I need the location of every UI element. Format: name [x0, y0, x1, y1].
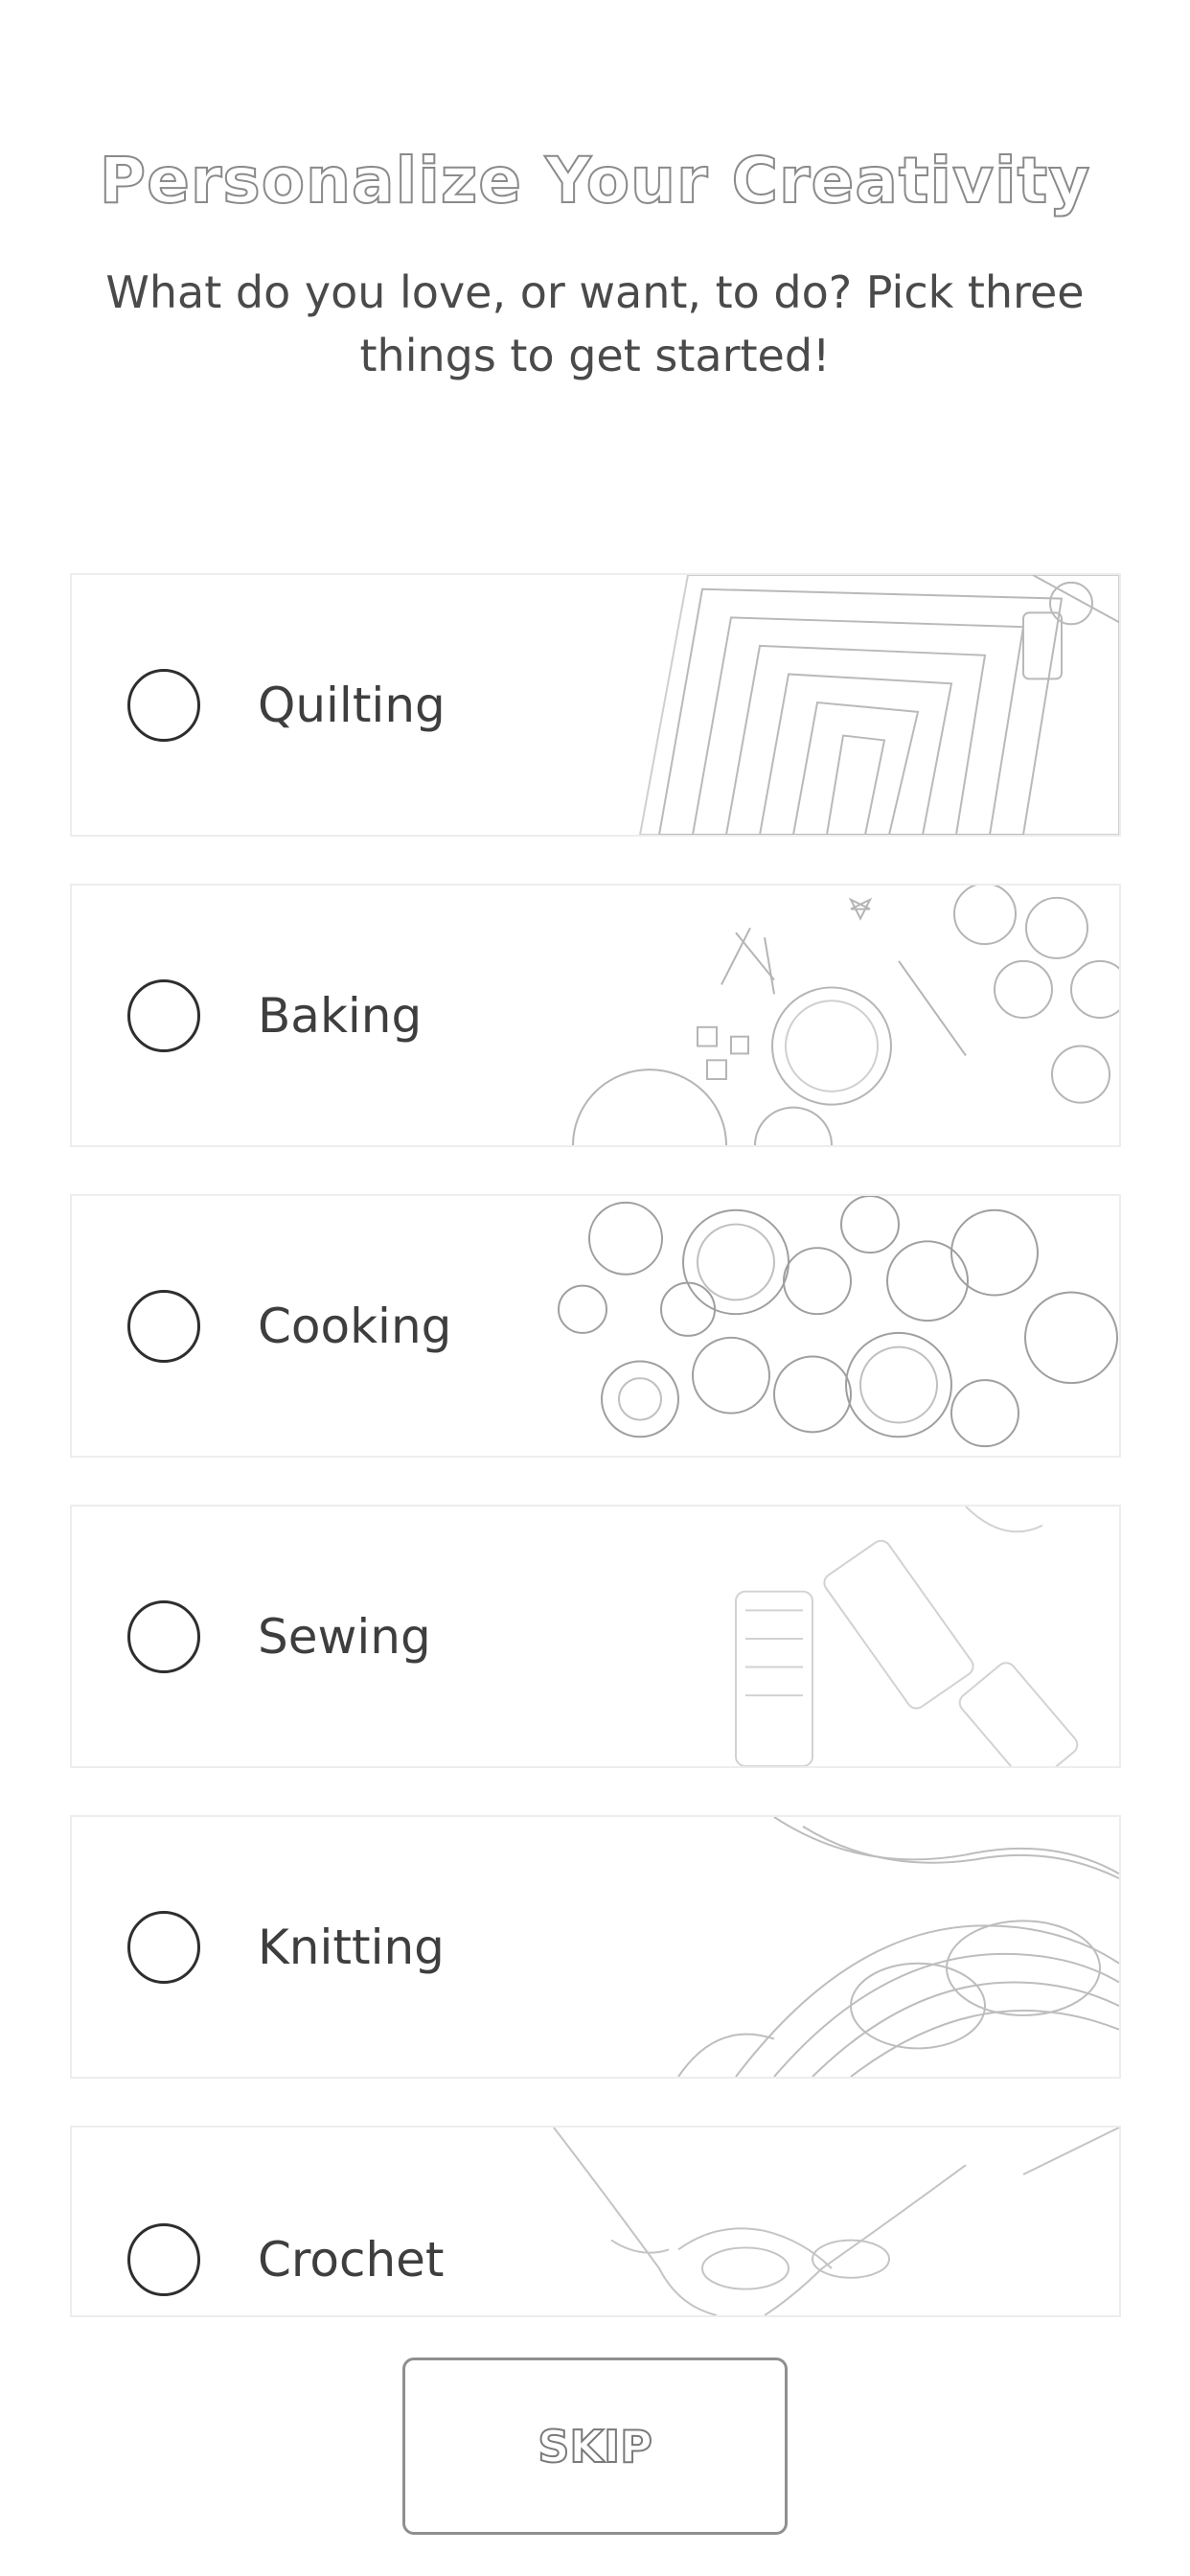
option-baking[interactable]: Baking: [70, 884, 1121, 1147]
option-quilting[interactable]: Quilting: [70, 573, 1121, 837]
skip-button[interactable]: SKIP: [402, 2358, 788, 2535]
baking-radio[interactable]: [127, 978, 200, 1052]
option-crochet[interactable]: Crochet: [70, 2126, 1121, 2317]
crochet-radio[interactable]: [127, 2223, 200, 2296]
option-sewing[interactable]: Sewing: [70, 1505, 1121, 1768]
yarn-image: [487, 1817, 1119, 2077]
skip-button-label: SKIP: [537, 2420, 653, 2473]
option-label-cooking: Cooking: [258, 1298, 452, 1354]
option-label-sewing: Sewing: [258, 1608, 431, 1665]
cooking-image: [487, 1196, 1119, 1456]
option-label-crochet: Crochet: [258, 2232, 445, 2288]
baking-image: [487, 886, 1119, 1145]
option-label-baking: Baking: [258, 987, 423, 1044]
page-title: Personalize Your Creativity: [99, 143, 1091, 218]
quilt-image: [487, 575, 1119, 835]
page-subtitle: What do you love, or want, to do? Pick t…: [105, 266, 1085, 381]
option-label-quilting: Quilting: [258, 677, 446, 733]
quilting-radio[interactable]: [127, 668, 200, 742]
option-knitting[interactable]: Knitting: [70, 1815, 1121, 2079]
sewing-radio[interactable]: [127, 1599, 200, 1673]
crochet-hands-image: [487, 2128, 1119, 2315]
option-cooking[interactable]: Cooking: [70, 1194, 1121, 1458]
option-label-knitting: Knitting: [258, 1919, 445, 1975]
cooking-radio[interactable]: [127, 1289, 200, 1363]
knitting-radio[interactable]: [127, 1910, 200, 1984]
thread-spools-image: [487, 1506, 1119, 1766]
